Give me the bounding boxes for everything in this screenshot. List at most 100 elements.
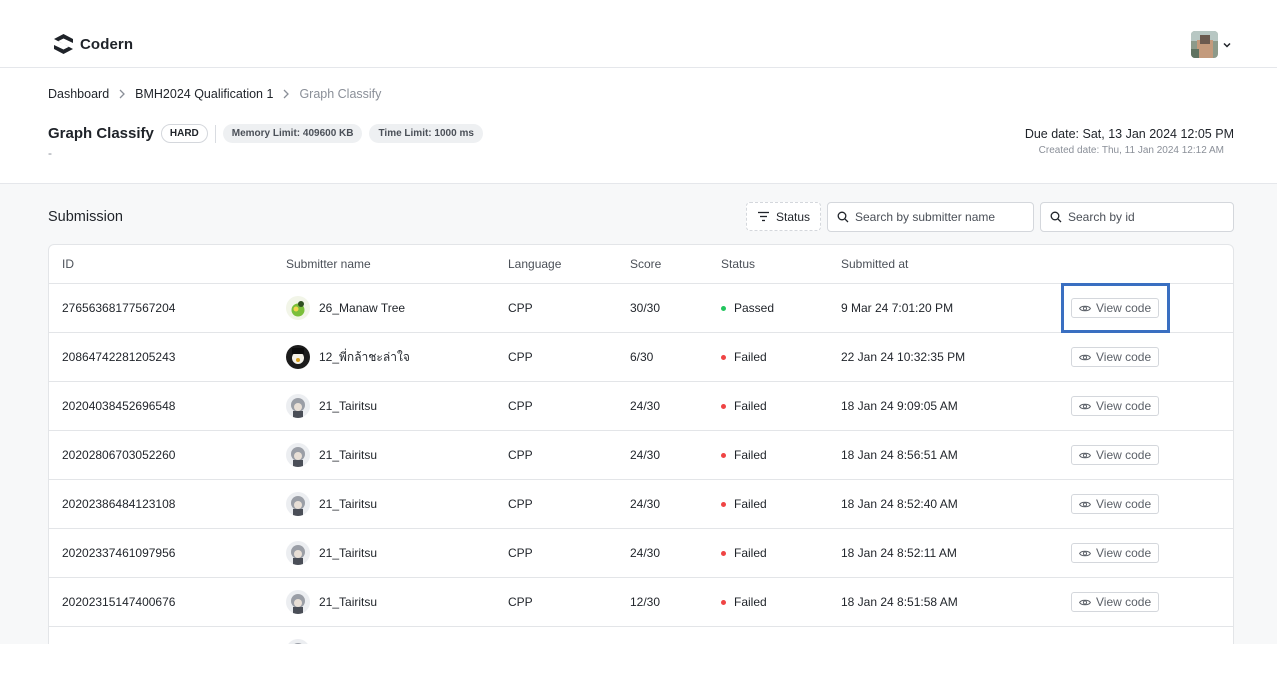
user-menu[interactable] [1191, 31, 1232, 58]
status: Failed [721, 333, 767, 381]
breadcrumb-current: Graph Classify [299, 87, 382, 101]
submitted-at: 18 Jan 24 8:56:51 AM [841, 448, 958, 462]
action-cell: View code [1071, 529, 1160, 577]
status-label: Failed [734, 546, 767, 560]
status-label: Failed [734, 497, 767, 511]
submitter-name: 21_Tairitsu [319, 448, 378, 462]
action-cell: View code [1071, 578, 1160, 626]
submitted-at: 18 Jan 24 8:52:11 AM [841, 546, 957, 560]
status-dot-icon [721, 599, 726, 605]
search-submitter-input[interactable] [855, 210, 1033, 224]
table-row-partial [49, 627, 1233, 644]
view-code-button[interactable]: View code [1071, 298, 1160, 318]
submitter-avatar [286, 492, 310, 516]
problem-header: Graph Classify HARD Memory Limit: 409600… [48, 124, 483, 143]
eye-icon [1079, 549, 1091, 558]
chevron-down-icon[interactable] [1222, 40, 1232, 50]
action-cell: View code [1071, 333, 1160, 381]
status: Failed [721, 382, 767, 430]
view-code-label: View code [1096, 301, 1152, 315]
table-row: 20202337461097956 21_Tairitsu CPP 24/30 … [49, 529, 1233, 578]
submission-section: Submission Status ID Submitter name Lang… [0, 183, 1277, 644]
score: 12/30 [630, 595, 661, 609]
status-filter-label: Status [776, 209, 811, 224]
section-title: Submission [48, 209, 123, 225]
breadcrumb-dashboard[interactable]: Dashboard [48, 87, 109, 101]
view-code-label: View code [1096, 350, 1152, 364]
brand-logo[interactable]: Codern [54, 34, 133, 54]
language: CPP [508, 595, 533, 609]
submitter-name: 21_Tairitsu [319, 595, 378, 609]
submitter: 21_Tairitsu [286, 578, 377, 626]
status: Failed [721, 529, 767, 577]
breadcrumb-contest[interactable]: BMH2024 Qualification 1 [135, 87, 273, 101]
status-label: Failed [734, 399, 767, 413]
status: Failed [721, 431, 767, 479]
divider [214, 124, 216, 143]
submitter-name: 21_Tairitsu [319, 497, 378, 511]
submitter-search[interactable] [827, 202, 1034, 232]
user-avatar[interactable] [1191, 31, 1218, 58]
table-row: 20202386484123108 21_Tairitsu CPP 24/30 … [49, 480, 1233, 529]
column-header-submitted-at: Submitted at [841, 257, 909, 271]
view-code-button[interactable]: View code [1071, 592, 1160, 612]
column-header-score: Score [630, 257, 662, 271]
language: CPP [508, 497, 533, 511]
filter-icon [757, 211, 770, 222]
search-id-input[interactable] [1068, 210, 1233, 224]
score: 24/30 [630, 399, 661, 413]
view-code-button[interactable]: View code [1071, 445, 1160, 465]
submitted-at: 18 Jan 24 9:09:05 AM [841, 399, 958, 413]
view-code-label: View code [1096, 595, 1152, 609]
submitter: 26_Manaw Tree [286, 284, 405, 332]
table-row: 27656368177567204 26_Manaw Tree CPP 30/3… [49, 283, 1233, 333]
submission-table: ID Submitter name Language Score Status … [48, 244, 1234, 644]
action-cell: View code [1061, 283, 1170, 333]
chevron-right-icon [273, 89, 299, 99]
submitter-name: 21_Tairitsu [319, 399, 378, 413]
status-label: Failed [734, 595, 767, 609]
status-filter-button[interactable]: Status [746, 202, 821, 231]
view-code-button[interactable]: View code [1071, 347, 1160, 367]
due-date: Due date: Sat, 13 Jan 2024 12:05 PM [1024, 127, 1234, 141]
view-code-label: View code [1096, 448, 1152, 462]
memory-limit-badge: Memory Limit: 409600 KB [222, 124, 363, 143]
submission-id: 20202315147400676 [62, 595, 176, 609]
search-icon [1050, 211, 1062, 223]
language: CPP [508, 301, 533, 315]
submission-id: 20202806703052260 [62, 448, 176, 462]
action-cell: View code [1071, 382, 1160, 430]
submission-id: 20864742281205243 [62, 350, 176, 364]
table-header: ID Submitter name Language Score Status … [49, 245, 1233, 284]
view-code-button[interactable]: View code [1071, 396, 1160, 416]
eye-icon [1079, 353, 1091, 362]
submitted-at: 18 Jan 24 8:51:58 AM [841, 595, 958, 609]
action-cell: View code [1071, 480, 1160, 528]
submitter-avatar [286, 590, 310, 614]
submitter: 21_Tairitsu [286, 431, 377, 479]
codern-logo-icon [54, 34, 73, 54]
submitted-at: 9 Mar 24 7:01:20 PM [841, 301, 954, 315]
page-title: Graph Classify [48, 125, 154, 142]
submission-id: 20202337461097956 [62, 546, 176, 560]
submitter-avatar [286, 345, 310, 369]
status-label: Failed [734, 350, 767, 364]
score: 6/30 [630, 350, 654, 364]
language: CPP [508, 350, 533, 364]
status-label: Passed [734, 301, 775, 315]
status-label: Failed [734, 448, 767, 462]
submission-id: 20202386484123108 [62, 497, 176, 511]
eye-icon [1079, 402, 1091, 411]
view-code-button[interactable]: View code [1071, 543, 1160, 563]
score: 24/30 [630, 546, 661, 560]
problem-subtitle: - [48, 146, 52, 160]
score: 24/30 [630, 448, 661, 462]
id-search[interactable] [1040, 202, 1234, 232]
status-dot-icon [721, 305, 726, 311]
table-row: 20864742281205243 12_พี่กล้าชะล่าใจ CPP … [49, 333, 1233, 382]
submitter: 21_Tairitsu [286, 382, 377, 430]
search-icon [837, 211, 849, 223]
top-bar: Codern [0, 0, 1277, 68]
view-code-button[interactable]: View code [1071, 494, 1160, 514]
status: Passed [721, 284, 774, 332]
